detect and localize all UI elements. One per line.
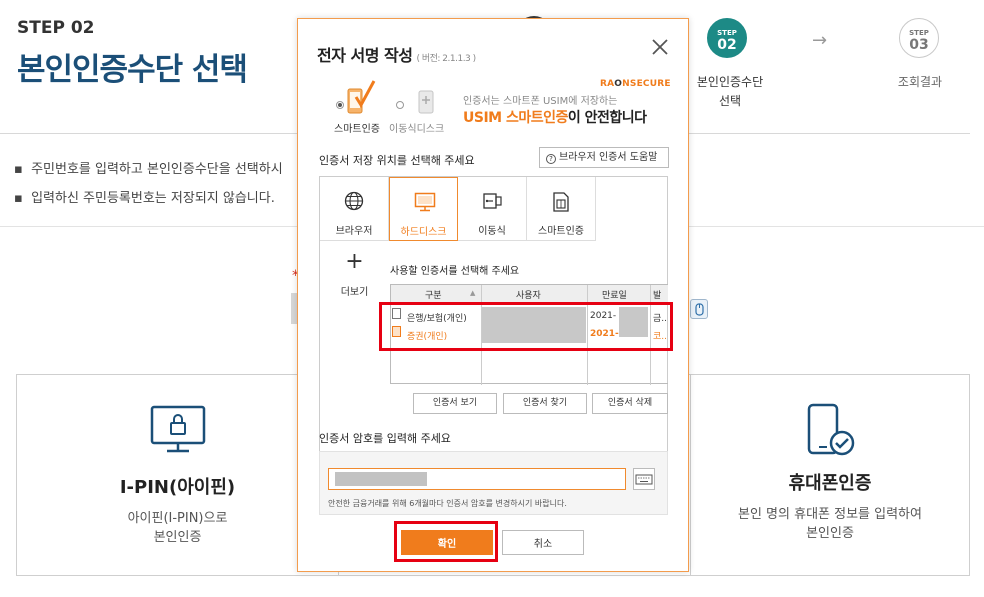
step-02: STEP 02	[707, 18, 747, 58]
sim-card-icon	[553, 192, 569, 212]
monitor-icon	[414, 192, 436, 212]
tab-removable[interactable]: 이동식	[458, 177, 527, 241]
globe-icon	[344, 191, 364, 211]
tab-smart-auth[interactable]: 스마트인증	[527, 177, 596, 241]
tab-hard-disk[interactable]: 하드디스크	[389, 177, 458, 241]
cancel-button[interactable]: 취소	[502, 530, 584, 555]
mouse-icon	[695, 303, 704, 316]
cert-select-label: 사용할 인증서를 선택해 주세요	[390, 266, 520, 277]
banner-line-1: 인증서는 스마트폰 USIM에 저장하는	[463, 96, 618, 107]
storage-location-label: 인증서 저장 위치를 선택해 주세요	[319, 154, 475, 167]
password-section: 안전한 금융거래를 위해 6개월마다 인증서 암호를 변경하시기 바랍니다.	[319, 451, 668, 515]
raonsecure-logo: RAONSECURE	[600, 79, 671, 89]
ipin-title: I-PIN(아이핀)	[119, 477, 236, 498]
password-label: 인증서 암호를 입력해 주세요	[319, 432, 451, 445]
password-hint: 안전한 금융거래를 위해 6개월마다 인증서 암호를 변경하시기 바랍니다.	[328, 499, 567, 508]
usb-disk-option-label[interactable]: 이동식디스크	[389, 120, 444, 135]
step-03-circle: STEP 03	[899, 18, 939, 58]
help-icon: ?	[546, 154, 556, 164]
phone-auth-title: 휴대폰인증	[788, 473, 872, 494]
plus-icon: +	[345, 249, 364, 274]
delete-cert-button[interactable]: 인증서 삭제	[592, 393, 668, 414]
view-cert-button[interactable]: 인증서 보기	[413, 393, 497, 414]
cert-table-header: 구분 ▲ 사용자 만료일 발	[391, 285, 668, 303]
usb-icon	[483, 193, 502, 209]
confirm-highlight	[394, 521, 498, 562]
browser-cert-help-button[interactable]: ? 브라우저 인증서 도움말	[539, 147, 669, 168]
notice-1: ▪ 주민번호를 입력하고 본인인증수단을 선택하시	[14, 162, 283, 177]
banner-line-2: USIM 스마트인증이 안전합니다	[463, 110, 647, 126]
signature-dialog: 전자 서명 작성( 버전: 2.1.1.3 ) 스마트인증 이동식디스크 RAO…	[297, 18, 689, 572]
ipin-desc: 아이핀(I-PIN)으로 본인인증	[127, 511, 228, 545]
keyboard-icon	[635, 474, 653, 485]
tab-more[interactable]: + 더보기	[320, 241, 389, 305]
notice-2: ▪ 입력하신 주민등록번호는 저장되지 않습니다.	[14, 191, 275, 206]
sort-asc-icon: ▲	[470, 289, 476, 297]
close-icon[interactable]	[650, 37, 670, 57]
page-title: 본인인증수단 선택	[17, 52, 248, 88]
step-03-label: 조회결과	[897, 75, 943, 89]
phone-check-icon	[807, 403, 855, 456]
step-03: STEP 03	[899, 18, 939, 58]
smart-auth-option-label[interactable]: 스마트인증	[334, 120, 380, 135]
usb-disk-radio[interactable]	[396, 101, 404, 109]
smart-auth-radio[interactable]	[336, 101, 344, 109]
monitor-lock-icon	[150, 405, 205, 453]
step-arrow-icon: →	[812, 30, 828, 51]
cert-rows-highlight	[379, 302, 673, 351]
virtual-keyboard-button[interactable]	[633, 468, 655, 490]
ipin-auth-card[interactable]: I-PIN(아이핀) 아이핀(I-PIN)으로 본인인증	[16, 374, 339, 576]
dialog-title: 전자 서명 작성( 버전: 2.1.1.3 )	[317, 46, 476, 65]
password-input[interactable]	[328, 468, 626, 490]
keypad-button[interactable]	[690, 299, 708, 319]
tab-browser[interactable]: 브라우저	[320, 177, 389, 241]
usb-drive-icon	[418, 90, 434, 114]
phone-auth-desc: 본인 명의 휴대폰 정보를 입력하여 본인인증	[738, 507, 922, 541]
smartphone-check-icon	[347, 80, 376, 114]
dialog-version: ( 버전: 2.1.1.3 )	[416, 54, 476, 64]
masked-password	[335, 472, 427, 486]
step-02-label: 본인인증수단 선택	[696, 75, 764, 108]
phone-auth-card[interactable]: 휴대폰인증 본인 명의 휴대폰 정보를 입력하여 본인인증	[690, 374, 970, 576]
step-label: STEP 02	[17, 18, 95, 38]
find-cert-button[interactable]: 인증서 찾기	[503, 393, 587, 414]
step-02-circle: STEP 02	[707, 18, 747, 58]
